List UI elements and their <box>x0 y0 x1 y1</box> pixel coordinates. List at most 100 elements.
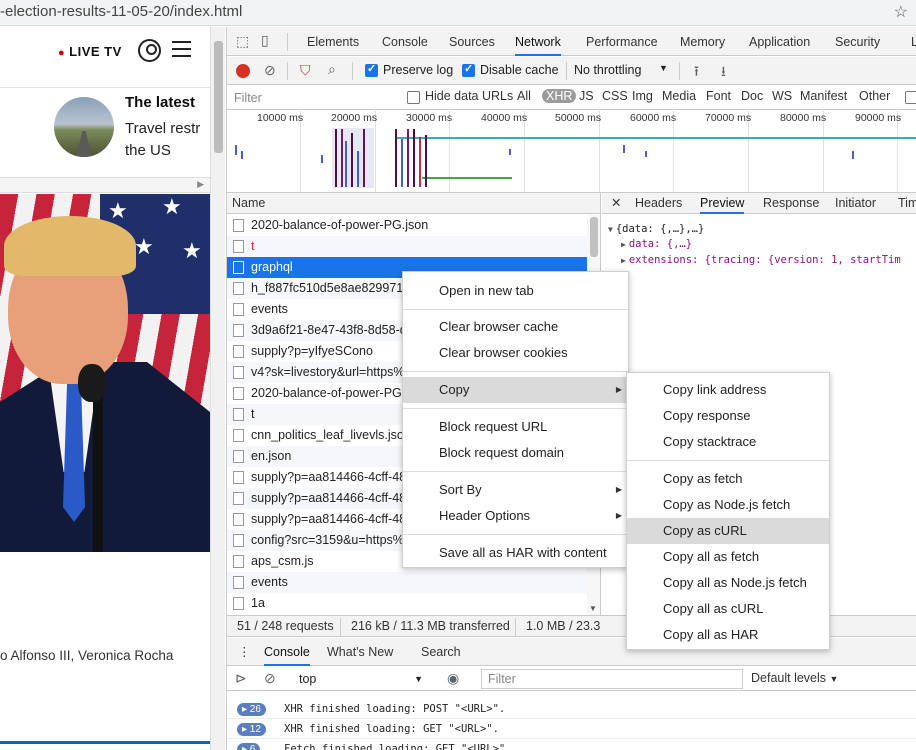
hamburger-menu-icon[interactable] <box>172 41 191 59</box>
json-data-line[interactable]: ▶ data: {,…} <box>621 238 692 250</box>
console-message[interactable]: ▸ 12 XHR finished loading: GET "<URL>". <box>227 719 916 739</box>
preserve-log-checkbox[interactable] <box>365 62 378 77</box>
menu-block-url[interactable]: Block request URL <box>403 414 628 440</box>
tab-timing[interactable]: Tim <box>898 193 916 214</box>
console-message[interactable]: ▸ 6 Fetch finished loading: GET "<URL>". <box>227 739 916 750</box>
carousel-next-icon[interactable]: ▶ <box>197 179 204 190</box>
tab-initiator[interactable]: Initiator <box>835 193 876 214</box>
drawer-tab-whats-new[interactable]: What's New <box>327 638 393 666</box>
filter-type-other[interactable]: Other <box>859 89 890 103</box>
filter-type-css[interactable]: CSS <box>602 89 628 103</box>
json-root-line[interactable]: ▼ {data: {,…},…} <box>608 223 704 235</box>
menu-copy-all-as-node-fetch[interactable]: Copy all as Node.js fetch <box>627 570 829 596</box>
tab-preview[interactable]: Preview <box>700 193 745 214</box>
sidebar-toggle-icon[interactable]: ⊳ <box>235 670 247 687</box>
request-row[interactable]: 1a <box>227 593 587 614</box>
latest-title[interactable]: The latest <box>125 94 195 111</box>
column-header-name[interactable]: Name <box>227 193 600 214</box>
menu-copy-stacktrace[interactable]: Copy stacktrace <box>627 429 829 455</box>
page-scrollbar[interactable] <box>210 27 225 750</box>
menu-copy[interactable]: Copy ▶ <box>403 377 628 403</box>
drawer-menu-icon[interactable]: ⋮ <box>238 638 251 666</box>
tab-overflow[interactable]: L <box>911 27 916 56</box>
console-filter-input[interactable]: Filter <box>481 669 743 689</box>
device-toolbar-icon[interactable]: ▯ <box>261 32 269 49</box>
menu-copy-response[interactable]: Copy response <box>627 403 829 429</box>
filter-type-manifest[interactable]: Manifest <box>800 89 847 103</box>
drawer-tab-console[interactable]: Console <box>264 638 310 666</box>
disable-cache-label[interactable]: Disable cache <box>480 63 559 77</box>
requests-scrollbar-thumb[interactable] <box>590 217 598 257</box>
context-select[interactable]: top ▼ <box>295 669 429 689</box>
menu-copy-link-address[interactable]: Copy link address <box>627 377 829 403</box>
menu-save-har[interactable]: Save all as HAR with content <box>403 540 628 566</box>
tab-headers[interactable]: Headers <box>635 193 682 214</box>
throttling-select[interactable]: No throttling <box>574 63 641 77</box>
request-row[interactable]: events <box>227 572 587 593</box>
search-icon[interactable]: ⌕ <box>328 61 336 78</box>
filter-type-font[interactable]: Font <box>706 89 731 103</box>
menu-copy-all-as-fetch[interactable]: Copy all as fetch <box>627 544 829 570</box>
live-tv-link[interactable]: ● LIVE TV <box>58 44 122 59</box>
hide-data-urls-checkbox[interactable] <box>407 91 420 104</box>
tab-console[interactable]: Console <box>382 27 428 56</box>
hide-data-urls-label[interactable]: Hide data URLs <box>425 89 513 103</box>
chevron-down-icon[interactable]: ▼ <box>659 63 668 73</box>
tab-elements[interactable]: Elements <box>307 27 359 56</box>
record-icon[interactable] <box>236 64 250 78</box>
menu-clear-cache[interactable]: Clear browser cache <box>403 314 628 340</box>
menu-copy-as-node-fetch[interactable]: Copy as Node.js fetch <box>627 492 829 518</box>
tab-performance[interactable]: Performance <box>586 27 658 56</box>
filter-type-doc[interactable]: Doc <box>741 89 763 103</box>
menu-sort-by[interactable]: Sort By ▶ <box>403 477 628 503</box>
close-details-icon[interactable]: ✕ <box>611 193 621 214</box>
log-levels-select[interactable]: Default levels ▼ <box>751 671 838 685</box>
menu-copy-all-as-har[interactable]: Copy all as HAR <box>627 622 829 648</box>
filter-type-js[interactable]: JS <box>579 89 594 103</box>
menu-header-options[interactable]: Header Options ▶ <box>403 503 628 529</box>
menu-open-new-tab[interactable]: Open in new tab <box>403 278 628 304</box>
menu-copy-all-as-curl[interactable]: Copy all as cURL <box>627 596 829 622</box>
bookmark-star-icon[interactable]: ☆ <box>894 2 908 22</box>
address-bar[interactable]: -election-results-11-05-20/index.html ☆ <box>0 0 916 26</box>
disable-cache-checkbox[interactable] <box>462 62 475 77</box>
export-har-icon[interactable]: ⭳ <box>721 61 726 85</box>
latest-thumbnail[interactable] <box>54 97 114 157</box>
tab-application[interactable]: Application <box>749 27 810 56</box>
import-har-icon[interactable]: ⭱ <box>694 61 699 85</box>
inspect-element-icon[interactable]: ⬚ <box>236 33 249 50</box>
file-icon <box>233 513 244 526</box>
url-text[interactable]: -election-results-11-05-20/index.html <box>0 3 242 20</box>
filter-input[interactable]: Filter <box>227 88 397 108</box>
latest-subtitle[interactable]: Travel restr the US <box>125 118 200 162</box>
menu-copy-as-curl[interactable]: Copy as cURL <box>627 518 829 544</box>
scroll-down-icon[interactable]: ▼ <box>589 604 597 613</box>
account-icon[interactable] <box>138 39 161 62</box>
filter-type-all[interactable]: All <box>517 89 531 103</box>
filter-icon[interactable]: ⛉ <box>300 62 311 79</box>
tab-memory[interactable]: Memory <box>680 27 725 56</box>
filter-type-img[interactable]: Img <box>632 89 653 103</box>
tab-sources[interactable]: Sources <box>449 27 495 56</box>
request-row[interactable]: t <box>227 236 587 257</box>
clear-icon[interactable]: ⊘ <box>264 62 276 79</box>
request-row[interactable]: 2020-balance-of-power-PG.json <box>227 215 587 236</box>
filter-type-ws[interactable]: WS <box>772 89 792 103</box>
tab-security[interactable]: Security <box>835 27 880 56</box>
json-extensions-line[interactable]: ▶ extensions: {tracing: {version: 1, star… <box>621 254 901 266</box>
page-scrollbar-thumb[interactable] <box>214 41 223 153</box>
timeline-overview[interactable]: 10000 ms 20000 ms 30000 ms 40000 ms 5000… <box>227 111 916 193</box>
tab-response[interactable]: Response <box>763 193 819 214</box>
filter-type-xhr[interactable]: XHR <box>542 89 577 103</box>
menu-copy-as-fetch[interactable]: Copy as fetch <box>627 466 829 492</box>
eye-icon[interactable]: ◉ <box>447 670 459 687</box>
menu-block-domain[interactable]: Block request domain <box>403 440 628 466</box>
filter-extra-checkbox[interactable] <box>905 91 916 104</box>
console-clear-icon[interactable]: ⊘ <box>264 670 276 687</box>
preserve-log-label[interactable]: Preserve log <box>383 63 453 77</box>
drawer-tab-search[interactable]: Search <box>421 638 461 666</box>
tab-network[interactable]: Network <box>515 27 561 56</box>
console-message[interactable]: ▸ 26 XHR finished loading: POST "<URL>". <box>227 699 916 719</box>
menu-clear-cookies[interactable]: Clear browser cookies <box>403 340 628 366</box>
filter-type-media[interactable]: Media <box>662 89 696 103</box>
